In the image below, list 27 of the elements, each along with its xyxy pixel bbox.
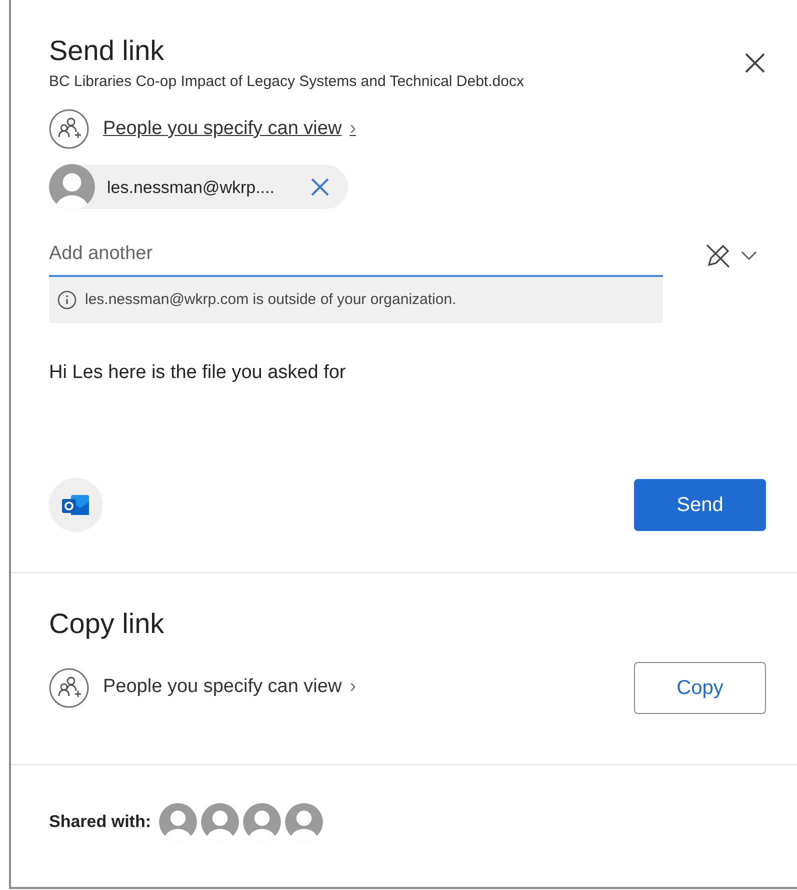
permission-dropdown[interactable] — [704, 242, 758, 270]
message-text: Hi Les here is the file you asked for — [49, 361, 347, 386]
file-name: BC Libraries Co-op Impact of Legacy Systems and Technical Debt.docx — [49, 72, 524, 92]
dialog-title: Send link — [49, 36, 166, 67]
remove-button[interactable] — [310, 177, 330, 198]
close-button[interactable] — [744, 52, 766, 74]
close-icon — [310, 177, 330, 198]
section-title: Copy link — [49, 608, 166, 640]
permission-link[interactable]: People you specify can view › — [103, 673, 356, 702]
people-icon — [49, 109, 89, 150]
copy-button[interactable]: Copy — [634, 662, 766, 714]
send-button[interactable]: Send — [634, 478, 766, 531]
mail-app-icon — [49, 478, 103, 532]
people-icon — [49, 668, 89, 708]
shared-label: Shared with: — [49, 810, 152, 833]
notice-text: les.nessman@wkrp.com is outside of your organization. — [85, 290, 456, 310]
avatar-icon — [243, 802, 282, 841]
avatar-icon — [159, 802, 198, 841]
pencil-off-icon — [704, 242, 732, 270]
avatar-icon — [201, 802, 240, 841]
avatar-icon — [285, 802, 324, 841]
info-icon — [57, 290, 77, 310]
close-icon — [744, 52, 766, 74]
permission-link[interactable]: People you specify can view › — [103, 115, 356, 144]
avatar-icon — [49, 164, 95, 210]
chevron-down-icon — [740, 250, 758, 262]
recipient-email: les.nessman@wkrp.... — [107, 176, 274, 199]
